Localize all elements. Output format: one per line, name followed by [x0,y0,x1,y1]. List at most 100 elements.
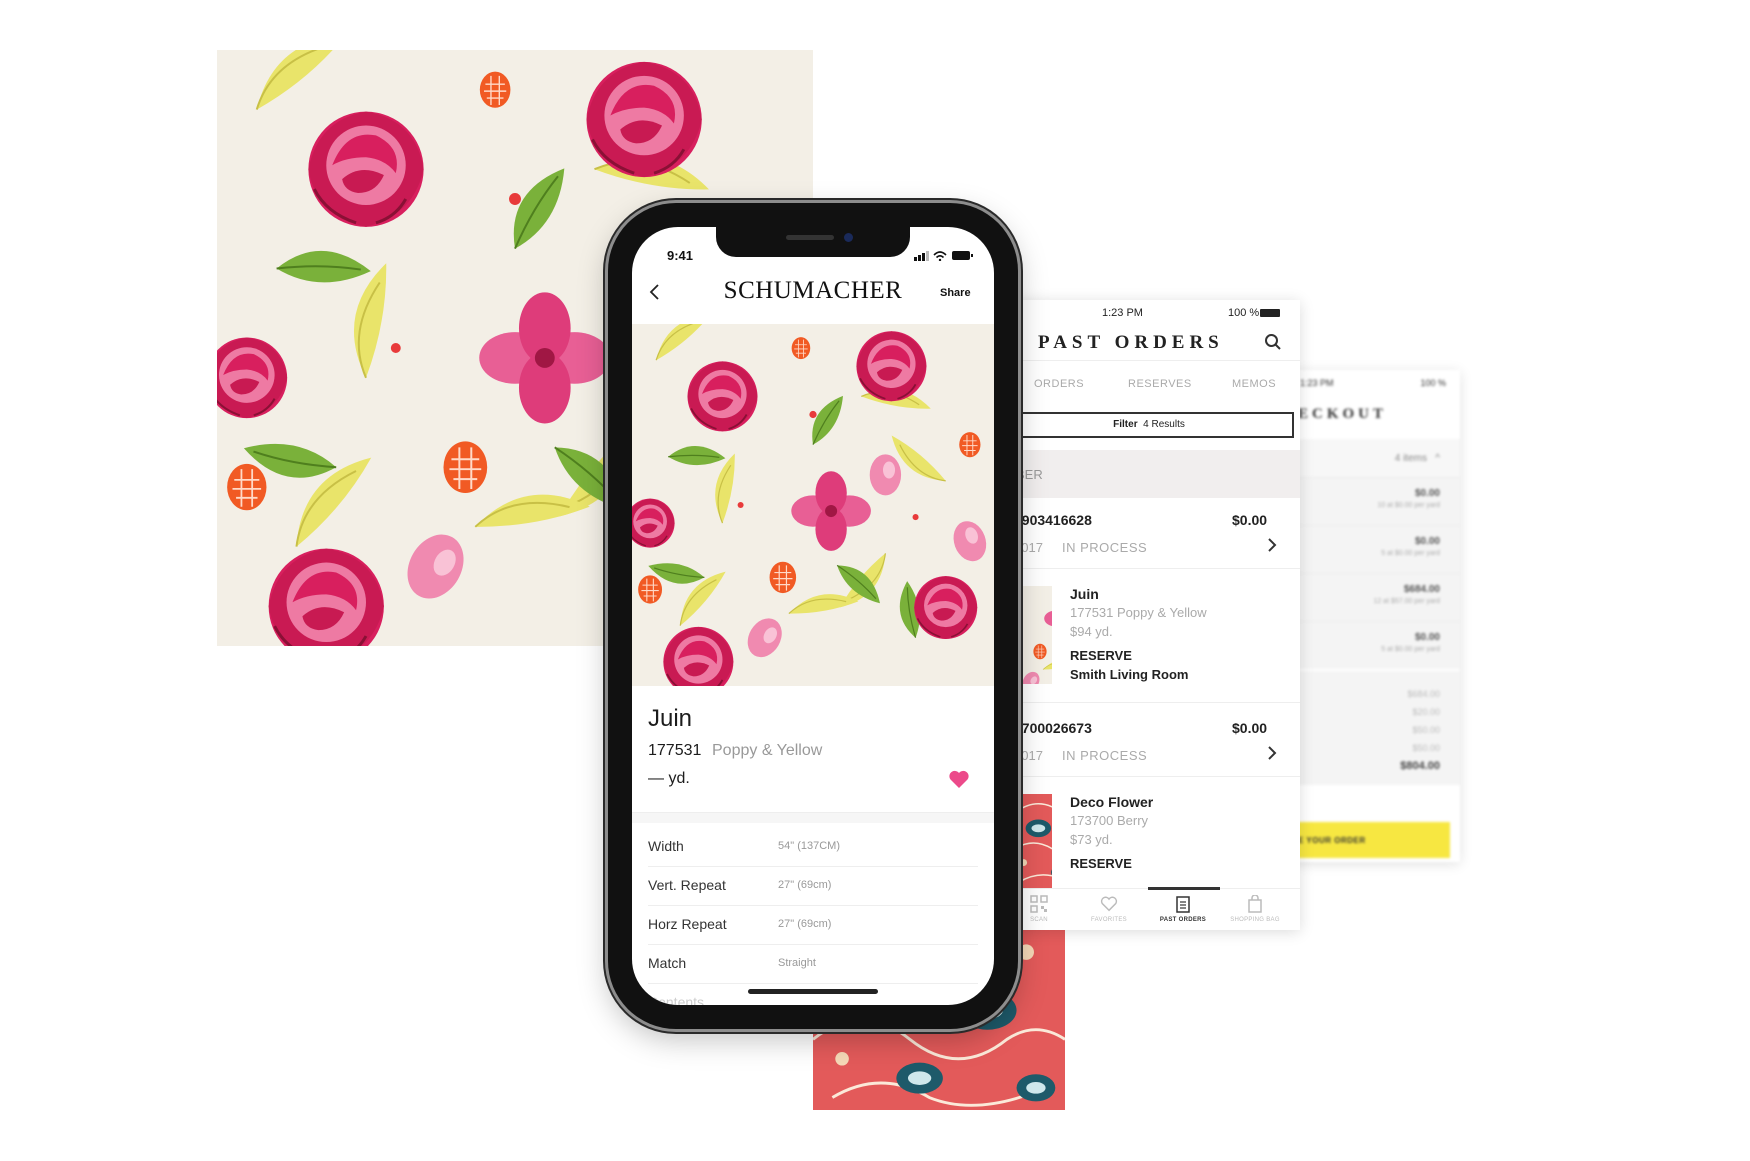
status-time: 1:23 PM [1102,307,1143,319]
place-order-button[interactable]: E YOUR ORDER [1290,822,1450,858]
line-detail: 10 at $0.00 per yard [1377,502,1440,509]
nav-label: SCAN [1030,917,1048,923]
order-amount: $0.00 [1232,512,1268,528]
tax: $50.00 [1412,725,1440,735]
share-button[interactable]: Share [940,287,971,299]
filter-button[interactable]: Filter 4 Results [1010,412,1294,438]
order-totals: $684.00 $20.00 $50.00 $50.00 $804.00 [1290,671,1460,785]
heart-outline-icon [1100,896,1118,912]
grand-total: $804.00 [1400,760,1440,772]
order-row[interactable]: #903416628 $0.00 2017 IN PROCESS [1010,498,1300,569]
bag-icon [1248,895,1262,913]
spec-value: 54" (137CM) [778,840,840,852]
item-room: Smith Living Room [1070,667,1189,682]
line-amount: $0.00 [1414,536,1440,547]
favorite-heart-icon[interactable] [948,769,970,789]
bottom-nav: SCAN FAVORITES PAST ORDERS SHOPPING BAG [1010,887,1300,930]
tab-bar: ORDERS RESERVES MEMOS [1010,361,1300,401]
line-item: $0.00 5 at $0.00 per yard [1290,525,1460,573]
tab-reserves[interactable]: RESERVES [1128,378,1192,390]
status-time: 1:23 PM [1300,378,1334,388]
nav-favorites[interactable]: FAVORITES [1074,895,1144,923]
spec-row-contents: Contents [648,983,978,1005]
line-amount: $684.00 [1403,584,1440,595]
spec-row-horz-repeat: Horz Repeat 27" (69cm) [648,905,978,945]
nav-scan[interactable]: SCAN [1010,895,1074,923]
order-date: 2017 [1014,540,1043,555]
nav-label: SHOPPING BAG [1230,917,1280,923]
order-status: IN PROCESS [1062,748,1148,763]
phone-device: 9:41 SCHUMACHER Share Juin 177531 Poppy … [608,203,1018,1029]
order-amount: $0.00 [1232,720,1268,736]
battery-icon [1260,309,1280,317]
past-orders-screen: 1:23 PM 100 % PAST ORDERS ORDERS RESERVE… [1010,300,1300,930]
item-type: RESERVE [1070,648,1132,663]
order-date: 2017 [1014,748,1043,763]
item-name: Juin [1070,586,1099,602]
section-header: BER [1010,450,1300,498]
chevron-right-icon [1268,538,1277,552]
filter-results: 4 Results [1143,419,1185,430]
header: PAST ORDERS [1010,324,1300,361]
section-divider [632,812,994,823]
line-detail: 5 at $0.00 per yard [1381,646,1440,653]
battery-level: 100 % [1420,378,1446,388]
active-tab-indicator [1148,887,1220,890]
spec-value: 27" (69cm) [778,879,832,891]
qr-icon [1030,895,1048,913]
status-bar: 1:23 PM 100 % [1010,300,1300,324]
item-name: Deco Flower [1070,794,1154,810]
page-title: ECKOUT [1298,406,1388,422]
spec-row-match: Match Straight [648,944,978,984]
filter-label: Filter [1113,419,1138,430]
notch [716,227,910,257]
spec-value: 27" (69cm) [778,918,832,930]
spec-label: Vert. Repeat [648,877,726,893]
order-id: #700026673 [1014,720,1092,736]
line-amount: $0.00 [1414,488,1440,499]
spec-row-vert-repeat: Vert. Repeat 27" (69cm) [648,866,978,906]
fees: $50.00 [1412,743,1440,753]
line-item: $0.00 10 at $0.00 per yard [1290,477,1460,525]
line-detail: 5 at $0.00 per yard [1381,550,1440,557]
item-code: 173700 Berry [1070,813,1149,828]
nav-past-orders[interactable]: PAST ORDERS [1148,895,1218,923]
line-amount: $0.00 [1414,632,1440,643]
spec-label: Width [648,838,684,854]
items-count: 4 items [1394,453,1427,464]
battery-level: 100 % [1228,307,1260,319]
order-id: #903416628 [1014,512,1092,528]
spec-label: Horz Repeat [648,916,727,932]
shipping: $20.00 [1412,707,1440,717]
order-row[interactable]: #700026673 $0.00 2017 IN PROCESS [1010,706,1300,777]
product-color: Poppy & Yellow [712,742,823,759]
nav-label: FAVORITES [1091,917,1127,923]
spec-label: Contents [648,994,705,1005]
product-name: Juin [648,705,693,732]
item-price: $94 yd. [1070,624,1113,639]
status-icons [914,251,973,261]
home-indicator[interactable] [748,989,878,994]
search-icon[interactable] [1264,333,1282,351]
order-item: Juin 177531 Poppy & Yellow $94 yd. RESER… [1010,568,1300,703]
product-price: — yd. [648,770,690,787]
product-image[interactable] [632,324,994,686]
spec-value: Straight [778,957,816,969]
product-detail-screen: 9:41 SCHUMACHER Share Juin 177531 Poppy … [632,227,994,1005]
tab-orders[interactable]: ORDERS [1034,378,1084,390]
items-count-toggle[interactable]: 4 items ^ [1290,439,1460,477]
status-bar: 1:23 PM 100 % [1290,370,1460,400]
item-code: 177531 Poppy & Yellow [1070,605,1207,620]
nav-shopping-bag[interactable]: SHOPPING BAG [1220,895,1290,923]
spec-label: Match [648,955,687,971]
tab-memos[interactable]: MEMOS [1232,378,1276,390]
chevron-up-icon: ^ [1429,453,1440,464]
item-type: RESERVE [1070,856,1132,871]
page-title: PAST ORDERS [1038,332,1224,353]
checkout-screen: 1:23 PM 100 % ECKOUT 4 items ^ $0.00 10 … [1290,370,1460,862]
line-item: $0.00 5 at $0.00 per yard [1290,621,1460,669]
product-code: 177531 [648,742,702,759]
chevron-right-icon [1268,746,1277,760]
nav-label: PAST ORDERS [1159,917,1207,923]
line-item: $684.00 12 at $57.00 per yard [1290,573,1460,621]
